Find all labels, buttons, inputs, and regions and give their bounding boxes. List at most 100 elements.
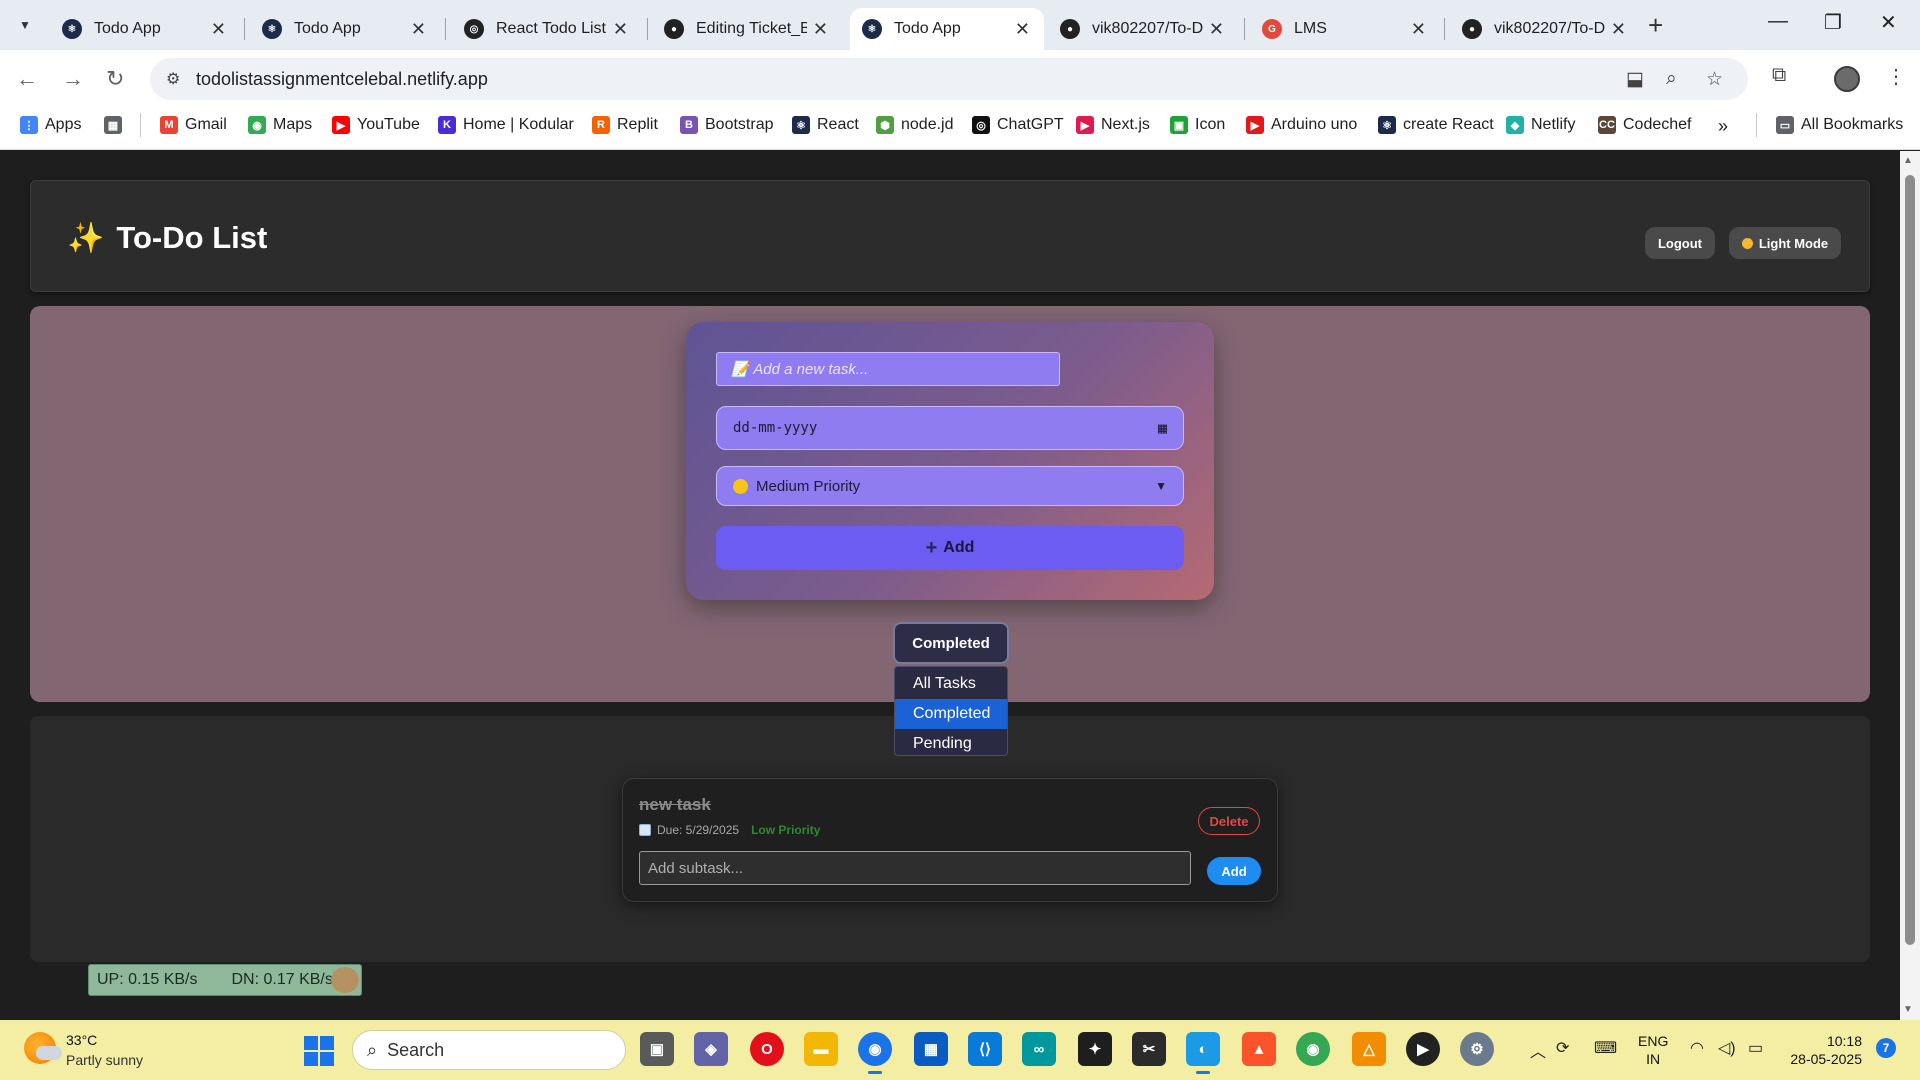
microsoft-store-icon[interactable]: ▦ [914,1032,948,1066]
restore-icon[interactable]: ❐ [1824,10,1842,35]
zoom-icon[interactable]: ⌕ [1666,68,1677,90]
tab-strip: ▼ ⚛ Todo App ✕ ⚛ Todo App ✕ ◎ React Todo… [0,0,1920,50]
bookmark-maps[interactable]: ◉ Maps [248,116,312,134]
bookmark-gmail[interactable]: M Gmail [160,116,227,134]
all-bookmarks[interactable]: ▭ All Bookmarks [1776,116,1903,134]
windows-start-icon[interactable] [304,1036,334,1066]
chrome-icon[interactable]: ◉ [858,1032,892,1074]
teams-icon[interactable]: ◈ [694,1032,728,1066]
bookmark-create-react[interactable]: ⚛ create React [1378,116,1494,134]
tab-close-icon[interactable]: ✕ [411,19,426,40]
bookmark-chatgpt[interactable]: ◎ ChatGPT [972,116,1064,134]
filter-option-all[interactable]: All Tasks [895,669,1007,699]
tab-close-icon[interactable]: ✕ [211,19,226,40]
scrollbar-thumb[interactable] [1905,175,1915,945]
battery-icon[interactable]: ▭ [1748,1038,1763,1058]
browser-tab[interactable]: G LMS ✕ [1250,8,1440,50]
new-tab-icon[interactable]: + [1648,12,1663,38]
logout-button[interactable]: Logout [1645,227,1715,259]
bookmark-apps[interactable]: ⋮ Apps [20,116,81,134]
task-title[interactable]: new task [639,795,711,815]
due-date-input[interactable]: dd-mm-yyyy ▦ [716,406,1184,450]
language-indicator[interactable]: ENG IN [1638,1032,1668,1068]
bookmark-react[interactable]: ⚛ React [792,116,859,134]
tray-overflow-icon[interactable]: ︿ [1530,1038,1546,1062]
scroll-down-icon[interactable]: ▼ [1903,1004,1913,1015]
bookmark-nextjs[interactable]: ▶ Next.js [1076,116,1150,134]
vscode-icon[interactable]: ⟨⟩ [968,1032,1002,1066]
todo-app-icon[interactable]: ◐ [1186,1032,1220,1074]
bookmark-bootstrap[interactable]: B Bootstrap [680,116,773,134]
browser-tab[interactable]: ⚛ Todo App ✕ [50,8,240,50]
add-subtask-button[interactable]: Add [1207,857,1261,885]
bookmark-icon[interactable]: ▣ Icon [1170,116,1225,134]
bookmark-replit[interactable]: R Replit [592,116,658,134]
clock[interactable]: 10:18 28-05-2025 [1786,1032,1862,1068]
forward-icon[interactable]: → [62,66,84,92]
browser-tab-active[interactable]: ⚛ Todo App ✕ [850,8,1044,50]
snipping-tool-icon[interactable]: ✂ [1132,1032,1166,1066]
brave-icon[interactable]: ▲ [1242,1032,1276,1066]
tab-close-icon[interactable]: ✕ [1611,19,1626,40]
figma-icon[interactable]: ✦ [1078,1032,1112,1066]
weather-temperature[interactable]: 33°C [66,1032,97,1048]
keyboard-icon[interactable]: ⌨ [1594,1038,1617,1058]
tab-search-chevron-icon[interactable]: ▼ [8,10,42,40]
bookmark-netlify[interactable]: ◆ Netlify [1506,116,1575,134]
chrome-profile-icon[interactable]: ◉ [1296,1032,1330,1066]
more-bookmarks-icon[interactable]: » [1718,116,1728,137]
bookmark-nodejs[interactable]: ⬢ node.jd [876,116,954,134]
scroll-up-icon[interactable]: ▲ [1903,155,1913,166]
file-explorer-icon[interactable]: ▬ [804,1032,838,1066]
subtask-input[interactable]: Add subtask... [639,851,1191,885]
task-input[interactable]: 📝 Add a new task... [716,352,1060,386]
tab-close-icon[interactable]: ✕ [813,19,828,40]
filter-select[interactable]: Completed [893,622,1009,664]
bookmark-star-icon[interactable]: ☆ [1706,68,1723,91]
sync-icon[interactable]: ⟳ [1556,1038,1569,1058]
bookmark-arduino[interactable]: ▶ Arduino uno [1246,116,1357,134]
tab-close-icon[interactable]: ✕ [613,19,628,40]
extensions-icon[interactable]: ⧉ [1772,64,1786,87]
weather-description[interactable]: Partly sunny [66,1052,143,1068]
menu-icon[interactable]: ⋮ [1886,64,1906,89]
tab-close-icon[interactable]: ✕ [1209,19,1224,40]
bookmark-codechef[interactable]: CC Codechef [1598,116,1692,134]
profile-avatar[interactable] [1834,66,1860,92]
taskbar-search[interactable]: ⌕ Search [352,1030,626,1070]
priority-select[interactable]: Medium Priority ▼ [716,466,1184,506]
install-app-icon[interactable]: ⬓ [1626,68,1644,91]
arduino-ide-icon[interactable]: ∞ [1022,1032,1056,1066]
delete-task-button[interactable]: Delete [1198,807,1260,835]
light-mode-toggle[interactable]: Light Mode [1729,227,1841,259]
calendar-icon[interactable]: ▦ [1158,419,1167,437]
bookmark-youtube[interactable]: ▶ YouTube [332,116,420,134]
browser-tab[interactable]: ● Editing Ticket_Bo ✕ [652,8,842,50]
back-icon[interactable]: ← [16,66,38,92]
opera-icon[interactable]: O [750,1032,784,1066]
wifi-icon[interactable]: ◠ [1690,1038,1704,1058]
tab-close-icon[interactable]: ✕ [1015,19,1030,40]
browser-tab[interactable]: ◎ React Todo List A ✕ [452,8,642,50]
vlc-icon[interactable]: △ [1352,1032,1386,1066]
tab-close-icon[interactable]: ✕ [1411,19,1426,40]
bookmark-kodular[interactable]: K Home | Kodular [438,116,574,134]
media-player-icon[interactable]: ▶ [1406,1032,1440,1066]
close-window-icon[interactable]: ✕ [1880,10,1897,35]
notification-badge[interactable]: 7 [1876,1038,1896,1058]
task-view-icon[interactable]: ▣ [640,1032,674,1066]
settings-gear-icon[interactable]: ⚙ [1460,1032,1494,1066]
minimize-icon[interactable]: — [1768,10,1788,33]
volume-icon[interactable]: ◁) [1718,1038,1736,1058]
site-info-icon[interactable]: ⚙ [166,69,180,89]
add-task-button[interactable]: + Add [716,526,1184,570]
filter-option-pending[interactable]: Pending [895,729,1007,759]
browser-tab[interactable]: ● vik802207/To-Do ✕ [1450,8,1640,50]
address-bar[interactable]: ⚙ todolistassignmentcelebal.netlify.app … [150,58,1748,100]
browser-tab[interactable]: ⚛ Todo App ✕ [250,8,440,50]
browser-tab[interactable]: ● vik802207/To-Do ✕ [1048,8,1238,50]
url-text[interactable]: todolistassignmentcelebal.netlify.app [196,69,488,90]
bookmark-tab-groups[interactable]: ▦ [104,116,129,134]
filter-option-completed[interactable]: Completed [895,699,1007,729]
reload-icon[interactable]: ↻ [106,66,124,92]
